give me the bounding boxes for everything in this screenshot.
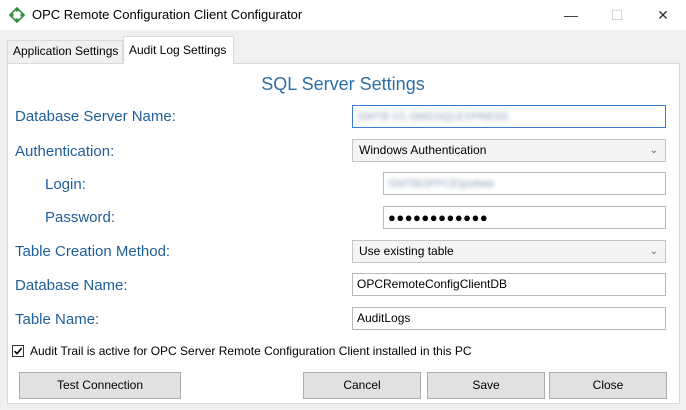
password-value: ●●●●●●●●●●●● <box>388 210 489 225</box>
authentication-dropdown[interactable]: Windows Authentication ⌄ <box>352 139 666 162</box>
chevron-down-icon: ⌄ <box>649 145 658 156</box>
app-icon <box>8 6 26 24</box>
cancel-button[interactable]: Cancel <box>303 372 421 399</box>
login-field[interactable]: SWTBOPPCE\joebee <box>383 172 666 195</box>
tab-application-settings[interactable]: Application Settings <box>7 40 123 62</box>
login-value: SWTBOPPCE\joebee <box>388 178 495 190</box>
audit-trail-option[interactable]: Audit Trail is active for OPC Server Rem… <box>12 344 472 358</box>
password-field[interactable]: ●●●●●●●●●●●● <box>383 206 666 229</box>
table-method-label: Table Creation Method: <box>15 243 171 260</box>
audit-trail-checkbox[interactable] <box>12 345 24 357</box>
table-method-dropdown[interactable]: Use existing table ⌄ <box>352 240 666 263</box>
title-bar: OPC Remote Configuration Client Configur… <box>0 0 686 30</box>
database-name-label: Database Name: <box>15 277 128 294</box>
tab-audit-log-settings[interactable]: Audit Log Settings <box>123 36 234 64</box>
audit-trail-label: Audit Trail is active for OPC Server Rem… <box>30 344 472 358</box>
authentication-label: Authentication: <box>15 143 115 160</box>
database-name-field[interactable]: OPCRemoteConfigClientDB <box>352 273 666 296</box>
server-name-field[interactable]: SWTB-V1-SMGSQLEXPRESS <box>352 105 666 128</box>
minimize-button[interactable]: — <box>548 0 594 30</box>
password-label: Password: <box>45 209 116 226</box>
checkmark-icon <box>13 347 23 355</box>
close-window-button[interactable]: ✕ <box>640 0 686 30</box>
test-connection-button[interactable]: Test Connection <box>19 372 181 399</box>
authentication-value: Windows Authentication <box>359 143 487 157</box>
table-name-field[interactable]: AuditLogs <box>352 307 666 330</box>
section-title: SQL Server Settings <box>261 74 425 94</box>
close-button[interactable]: Close <box>549 372 667 399</box>
maximize-button: ☐ <box>610 6 624 23</box>
login-label: Login: <box>45 176 86 193</box>
save-button[interactable]: Save <box>427 372 545 399</box>
table-method-value: Use existing table <box>359 244 454 258</box>
table-name-label: Table Name: <box>15 311 100 328</box>
server-name-label: Database Server Name: <box>15 108 176 125</box>
configurator-window: OPC Remote Configuration Client Configur… <box>0 0 686 410</box>
chevron-down-icon: ⌄ <box>649 246 658 257</box>
server-name-value: SWTB-V1-SMGSQLEXPRESS <box>357 111 509 123</box>
window-title: OPC Remote Configuration Client Configur… <box>32 7 303 22</box>
